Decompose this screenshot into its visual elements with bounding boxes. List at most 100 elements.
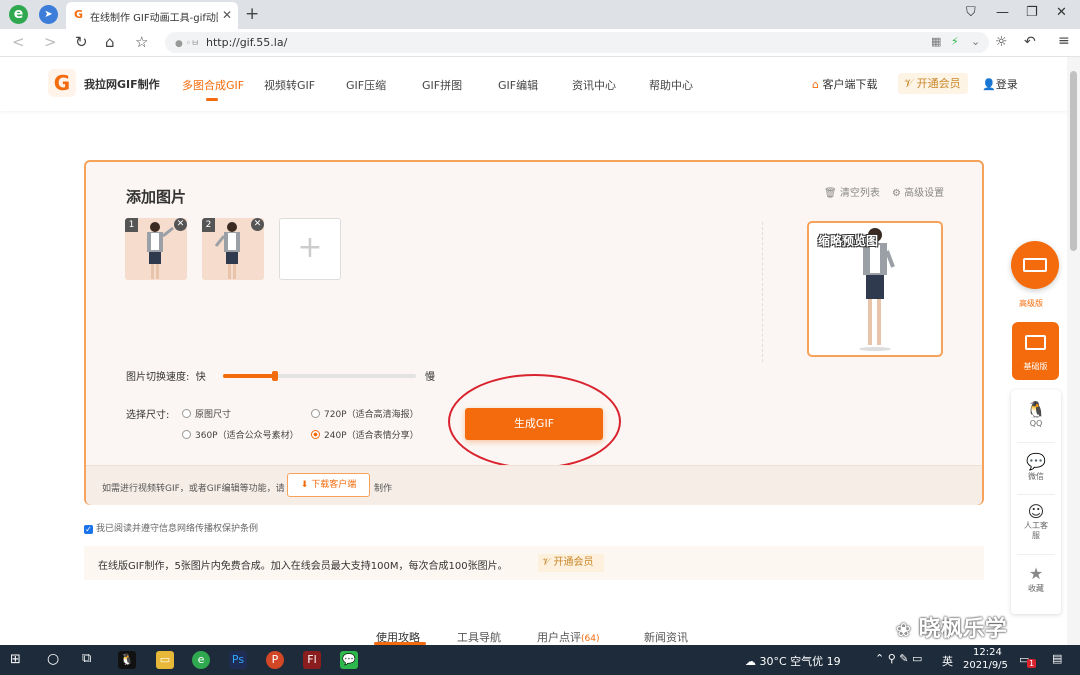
add-image-button[interactable]: + (279, 218, 341, 280)
nav-video-to-gif[interactable]: 视频转GIF (264, 77, 315, 93)
speed-slider-handle[interactable] (272, 371, 279, 381)
file-explorer-icon[interactable]: ▭ (156, 651, 174, 669)
input-language[interactable]: 英 (942, 653, 953, 669)
size-option-240p[interactable]: 240P（适合表情分享） (311, 428, 419, 441)
nav-help-center[interactable]: 帮助中心 (649, 77, 693, 93)
user-icon: 👤 (982, 78, 996, 91)
scrollbar-thumb[interactable] (1070, 71, 1077, 251)
wechat-app-icon[interactable]: 💬 (340, 651, 358, 669)
speed-slider[interactable] (223, 371, 416, 381)
clear-list-button[interactable]: 🗑 清空列表 (824, 184, 880, 199)
remove-image-icon[interactable]: ✕ (251, 218, 264, 231)
preview-label: 缩略预览图 (818, 234, 879, 248)
checkbox-checked-icon[interactable]: ✓ (84, 525, 93, 534)
separator (1017, 554, 1055, 555)
reload-icon[interactable]: ↻ (75, 33, 88, 51)
windows-start-icon[interactable]: ⊞ (10, 652, 21, 667)
radio-selected-icon (311, 430, 320, 439)
basic-version-button[interactable]: 基础版 (1012, 322, 1059, 380)
favorite-button[interactable]: ★ 收藏 (1011, 564, 1061, 594)
nav-news-center[interactable]: 资讯中心 (572, 77, 616, 93)
menu-icon[interactable]: ≡ (1058, 33, 1070, 49)
nav-gif-collage[interactable]: GIF拼图 (422, 77, 462, 93)
image-thumbnail[interactable]: 1 ✕ (125, 218, 187, 280)
photoshop-icon[interactable]: Ps (229, 651, 247, 669)
minimize-icon[interactable]: — (996, 5, 1009, 20)
flash-icon[interactable]: Fl (303, 651, 321, 669)
download-client-button[interactable]: ⬇ 下载客户端 (287, 473, 370, 497)
login-link[interactable]: 👤登录 (982, 76, 1018, 92)
browser-logo-icon[interactable]: e (9, 5, 28, 24)
site-logo-icon[interactable]: G (48, 69, 76, 97)
advanced-settings-button[interactable]: ⚙ 高级设置 (892, 184, 944, 199)
sun-icon[interactable]: ☼ (995, 34, 1008, 50)
nav-multi-image-gif[interactable]: 多图合成GIF (182, 77, 244, 93)
weather-widget[interactable]: ☁ 30°C 空气优 19 (745, 653, 841, 669)
clock-time[interactable]: 12:24 (973, 647, 1002, 658)
advanced-settings-label: 高级设置 (904, 188, 945, 199)
client-download-link[interactable]: ⌂ 客户端下载 (812, 76, 877, 92)
page-scrollbar[interactable] (1067, 57, 1080, 645)
settings-icon: ⚙ (892, 188, 901, 199)
qq-app-icon[interactable]: 🐧 (118, 651, 136, 669)
bolt-icon[interactable]: ⚡ (951, 35, 959, 48)
undo-icon[interactable]: ↶ (1024, 34, 1036, 50)
tab-close-icon[interactable]: ✕ (222, 8, 232, 22)
shirt-icon[interactable]: ⛉ (966, 5, 976, 20)
advanced-version-label[interactable]: 高级版 (1019, 298, 1043, 309)
search-icon[interactable]: ○ (47, 651, 59, 667)
star-icon: ★ (1028, 564, 1044, 583)
back-icon[interactable]: < (12, 33, 25, 51)
url-text[interactable]: http://gif.55.la/ (206, 36, 287, 49)
close-window-icon[interactable]: ✕ (1056, 5, 1067, 20)
notice-vip-label: 开通会员 (553, 557, 594, 568)
site-info-icon[interactable]: ● ◦ㅂ (175, 36, 199, 49)
vip-label: 开通会员 (916, 77, 961, 90)
wechat-button[interactable]: 💬 微信 (1011, 452, 1061, 482)
speed-label-text: 图片切换速度: (126, 372, 190, 383)
brand-name[interactable]: 我拉网GIF制作 (84, 76, 160, 92)
wechat-icon: 💬 (1026, 452, 1046, 471)
favorite-label: 收藏 (1028, 584, 1044, 593)
footer-hint: 如需进行视频转GIF，或者GIF编辑等功能，请 (102, 484, 285, 494)
agreement-checkbox[interactable]: ✓ 我已阅读并遵守信息网络传播权保护条例 (84, 521, 258, 534)
url-field[interactable]: ● ◦ㅂ http://gif.55.la/ ▦ ⚡ ⌄ (165, 32, 989, 53)
browser-app-icon[interactable]: e (192, 651, 210, 669)
notice-vip-button[interactable]: 𝒱 开通会员 (538, 554, 604, 572)
forward-icon[interactable]: > (44, 33, 57, 51)
tab-news[interactable]: 新闻资讯 (644, 629, 688, 645)
qq-button[interactable]: 🐧 QQ (1011, 400, 1061, 428)
remove-image-icon[interactable]: ✕ (174, 218, 187, 231)
browser-tab[interactable]: G 在线制作 GIF动画工具-gif动图- ✕ (66, 2, 238, 29)
image-thumbnail[interactable]: 2 ✕ (202, 218, 264, 280)
vip-button[interactable]: 𝒱 开通会员 (898, 73, 968, 94)
size-option-original[interactable]: 原图尺寸 (182, 407, 231, 420)
new-tab-button[interactable]: + (245, 4, 259, 24)
chevron-down-icon[interactable]: ⌄ (971, 35, 980, 48)
clock-date[interactable]: 2021/9/5 (963, 660, 1008, 671)
tray-icons[interactable]: ⌃ ⚲ ✎ ▭ (875, 652, 922, 665)
tab-tool-nav[interactable]: 工具导航 (457, 629, 501, 645)
size-option-label: 240P（适合表情分享） (324, 431, 419, 441)
separator (1017, 442, 1055, 443)
task-view-icon[interactable]: ⧉ (82, 651, 91, 666)
radio-icon (311, 409, 320, 418)
thumbnail-number: 2 (202, 218, 215, 232)
home-icon[interactable]: ⌂ (105, 33, 115, 51)
restore-icon[interactable]: ❐ (1026, 5, 1038, 20)
star-icon[interactable]: ☆ (135, 33, 148, 51)
tab-user-reviews[interactable]: 用户点评(64) (537, 629, 599, 645)
advanced-version-icon[interactable] (1011, 241, 1059, 289)
human-service-button[interactable]: ☺ 人工客服 (1011, 502, 1061, 541)
size-option-360p[interactable]: 360P（适合公众号素材） (182, 428, 299, 441)
grid-icon[interactable]: ▦ (931, 35, 941, 48)
site-header: G 我拉网GIF制作 多图合成GIF 视频转GIF GIF压缩 GIF拼图 GI… (0, 57, 1067, 111)
navigate-icon[interactable]: ➤ (39, 5, 58, 24)
size-option-label: 原图尺寸 (195, 410, 232, 420)
download-icon: ⌂ (812, 78, 819, 91)
action-center-icon[interactable]: ▤ (1052, 652, 1062, 665)
nav-gif-edit[interactable]: GIF编辑 (498, 77, 538, 93)
size-option-720p[interactable]: 720P（适合高清海报） (311, 407, 419, 420)
powerpoint-icon[interactable]: P (266, 651, 284, 669)
nav-gif-compress[interactable]: GIF压缩 (346, 77, 386, 93)
